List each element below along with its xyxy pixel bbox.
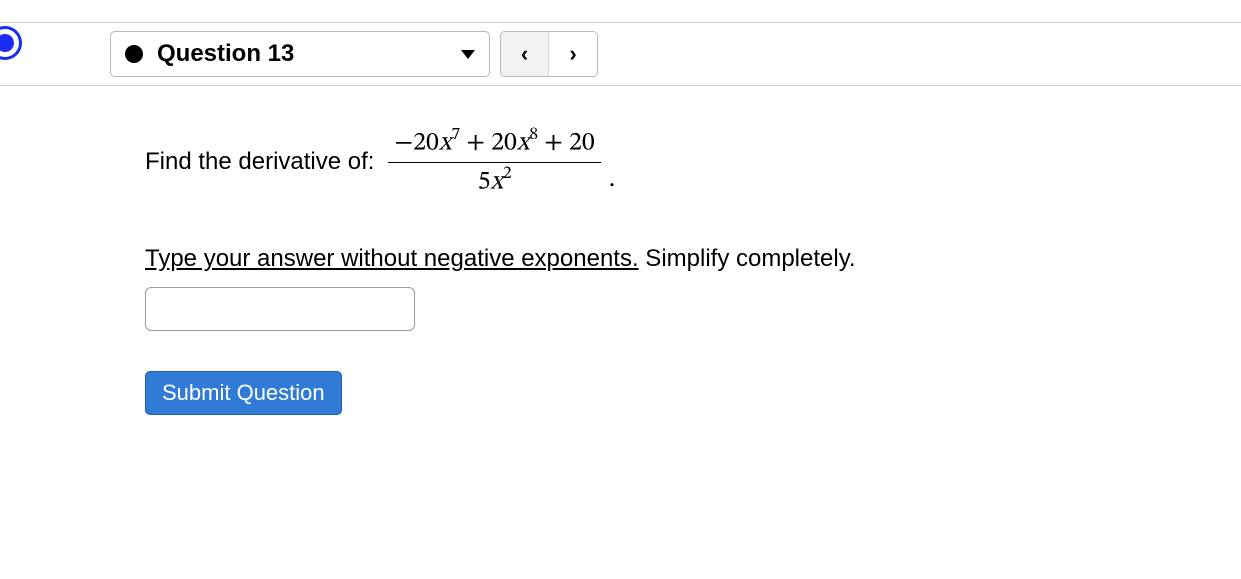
chevron-down-icon (461, 50, 475, 59)
question-nav-arrows: ‹ › (500, 31, 598, 77)
prev-question-button[interactable]: ‹ (501, 32, 549, 76)
question-prompt: Find the derivative of: −20x7 + 20x8 + 2… (145, 126, 1241, 199)
progress-dot-inner (0, 34, 14, 52)
chevron-left-icon: ‹ (521, 41, 528, 67)
num-term-c: 20 (569, 131, 595, 157)
den-exp: 2 (503, 166, 512, 183)
num-plus-2: + (538, 131, 569, 157)
instruction-underlined: Type your answer without negative expone… (145, 245, 639, 272)
chevron-right-icon: › (569, 41, 576, 67)
num-term-b-coef: 20 (491, 131, 517, 157)
fraction-denominator: 5x2 (472, 163, 518, 199)
next-question-button[interactable]: › (549, 32, 597, 76)
question-status-dot-icon (125, 45, 143, 63)
num-term-b-exp: 8 (529, 127, 538, 144)
question-select-label: Question 13 (157, 40, 447, 68)
fraction-expression: −20x7 + 20x8 + 20 5x2 (388, 126, 600, 199)
num-term-b-var: x (517, 131, 529, 157)
question-select[interactable]: Question 13 (110, 31, 490, 77)
submit-question-button[interactable]: Submit Question (145, 371, 342, 415)
num-term-a-exp: 7 (451, 127, 460, 144)
num-term-a-var: x (439, 131, 451, 157)
instruction-text: Type your answer without negative expone… (145, 245, 1241, 273)
fraction-numerator: −20x7 + 20x8 + 20 (388, 126, 600, 162)
den-coef: 5 (478, 170, 491, 196)
question-content: Find the derivative of: −20x7 + 20x8 + 2… (0, 86, 1241, 455)
answer-input[interactable] (145, 287, 415, 331)
question-nav-row: Question 13 ‹ › (0, 23, 1241, 85)
instruction-rest: Simplify completely. (639, 245, 856, 272)
prompt-lead-text: Find the derivative of: (145, 148, 374, 176)
prompt-period: . (609, 163, 616, 193)
den-var: x (490, 170, 502, 196)
num-plus-1: + (460, 131, 491, 157)
num-term-a-coef: −20 (394, 131, 438, 157)
